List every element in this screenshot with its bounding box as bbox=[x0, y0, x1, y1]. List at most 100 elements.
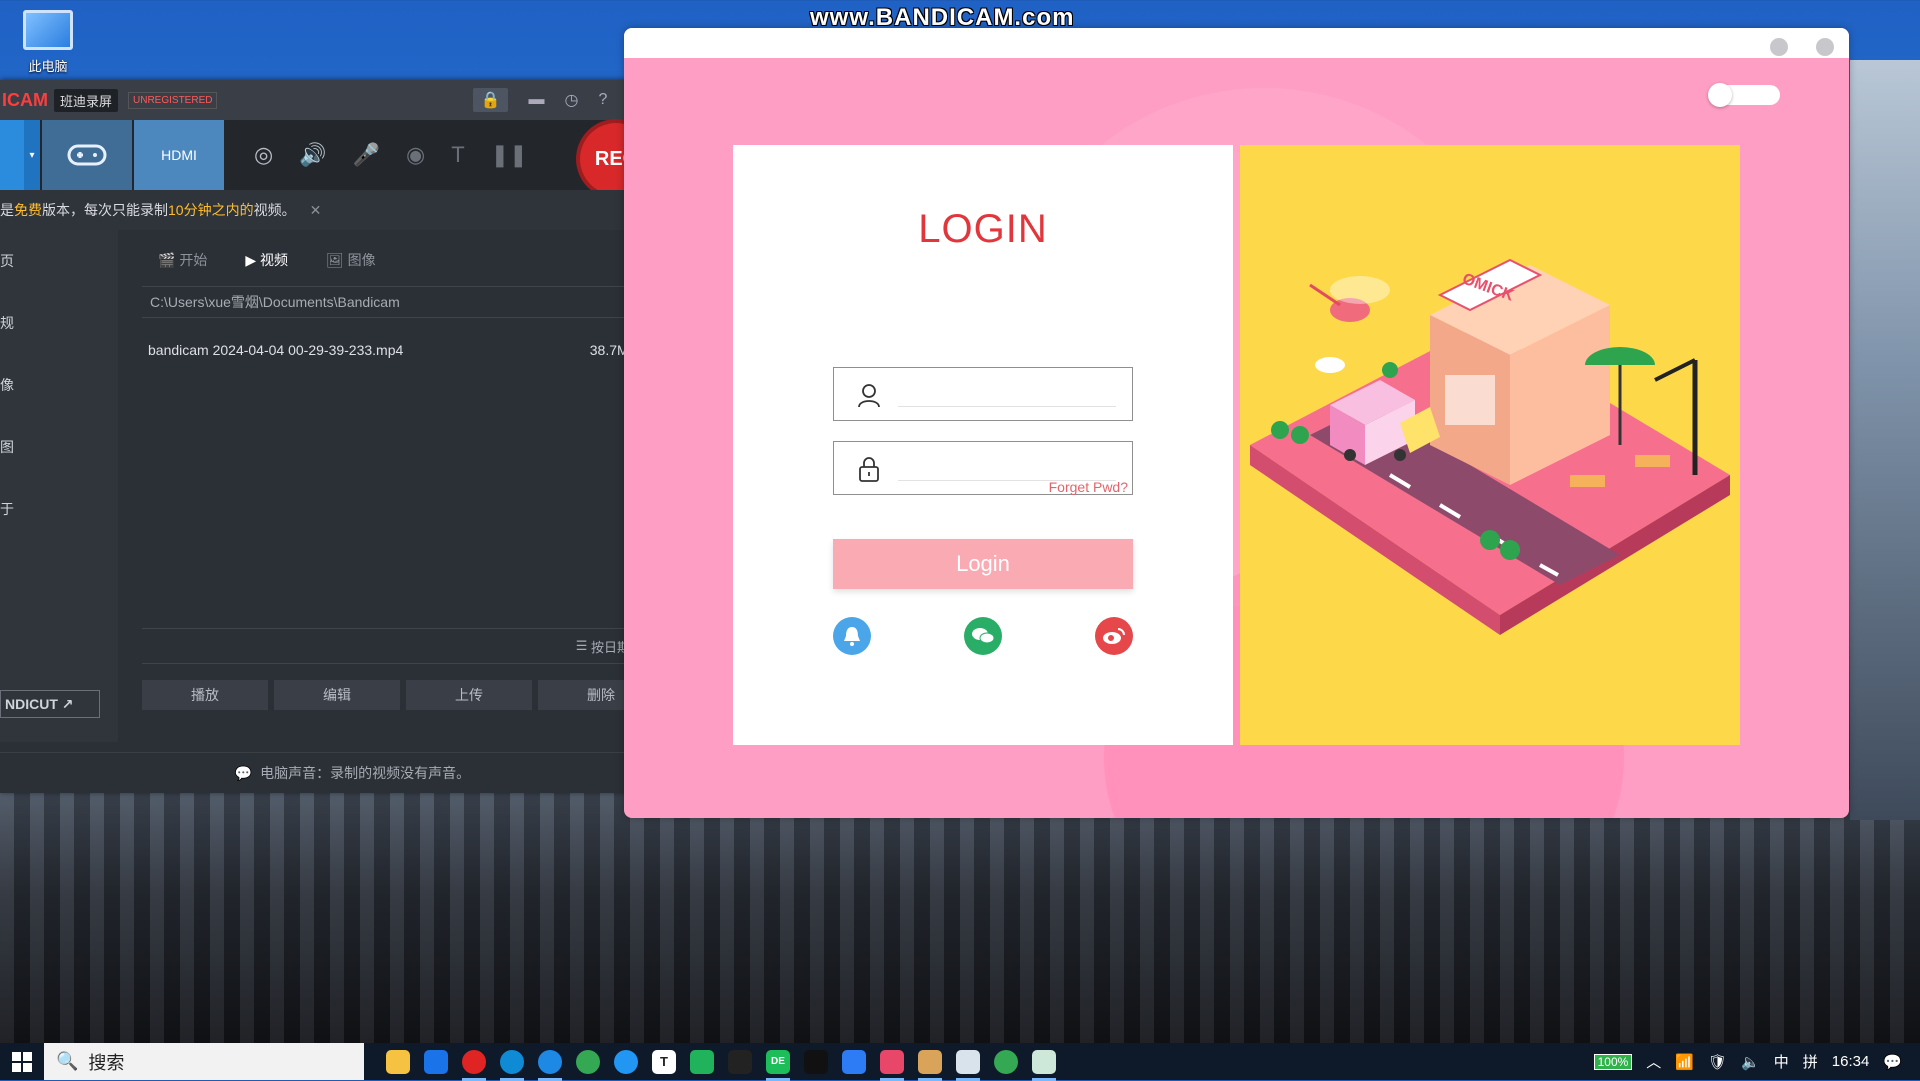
toggle-knob bbox=[1708, 83, 1732, 107]
device-mode-button[interactable]: HDMI bbox=[134, 120, 224, 190]
game-mode-button[interactable] bbox=[42, 120, 132, 190]
product-name: 班迪录屏 bbox=[54, 88, 119, 112]
tab-start[interactable]: 🎬 开始 bbox=[158, 250, 207, 270]
theme-toggle[interactable] bbox=[1708, 83, 1780, 107]
tiktok-icon[interactable] bbox=[804, 1049, 828, 1074]
edge-browser-icon[interactable] bbox=[500, 1049, 524, 1081]
upload-button[interactable]: 上传 bbox=[406, 680, 532, 710]
chevron-up-icon[interactable]: ︿ bbox=[1646, 1051, 1661, 1072]
lock-icon[interactable]: 🔒 bbox=[472, 88, 509, 112]
login-button[interactable]: Login bbox=[833, 539, 1133, 589]
wifi-icon[interactable]: 📶 bbox=[1675, 1053, 1694, 1071]
sidebar-item-home[interactable]: 页 bbox=[0, 230, 118, 292]
battery-indicator[interactable]: 100% bbox=[1593, 1053, 1633, 1070]
microphone-icon[interactable]: 🎤 bbox=[353, 142, 380, 168]
weibo-login-button[interactable] bbox=[1095, 617, 1133, 655]
desktop-icon-label: 此电脑 bbox=[28, 59, 68, 74]
forgot-password-link[interactable]: Forget Pwd? bbox=[1049, 479, 1128, 495]
bandicut-button[interactable]: NDICUT ↗ bbox=[0, 690, 100, 718]
wechat-icon[interactable] bbox=[690, 1049, 714, 1074]
output-folder-path[interactable]: C:\Users\xue雪烟\Documents\Bandicam ▬ / bbox=[142, 286, 662, 318]
bandicam-logo: ICAM bbox=[2, 89, 48, 110]
login-form-panel: LOGIN Forget Pwd? Login bbox=[733, 145, 1233, 745]
sidebar-item-general[interactable]: 规 bbox=[0, 292, 118, 354]
tab-video[interactable]: ▶ 视频 bbox=[245, 250, 288, 270]
login-title: LOGIN bbox=[918, 207, 1048, 251]
city-backdrop-right bbox=[1850, 60, 1920, 820]
this-pc-desktop-icon[interactable]: 此电脑 bbox=[18, 10, 78, 80]
bell-icon bbox=[844, 627, 860, 646]
free-version-notice: 是 免费 版本，每次只能录制 10分钟之内的 视频。 ✕ ︿ bbox=[0, 190, 705, 230]
notepad-app-icon[interactable] bbox=[956, 1049, 980, 1081]
sidebar-item-about[interactable]: 于 bbox=[0, 478, 118, 540]
start-button[interactable] bbox=[0, 1043, 44, 1080]
illustration-panel: OMICK bbox=[1240, 145, 1740, 745]
netease-music-icon[interactable] bbox=[880, 1049, 904, 1081]
ime-pinyin-indicator[interactable]: 拼 bbox=[1803, 1051, 1818, 1072]
app-arrow-icon[interactable] bbox=[424, 1049, 448, 1074]
qq-login-button[interactable] bbox=[833, 617, 871, 655]
volume-icon[interactable]: 🔈 bbox=[1741, 1053, 1760, 1071]
pause-icon[interactable]: ❚❚ bbox=[491, 142, 528, 168]
screen-mode-button[interactable] bbox=[0, 120, 24, 190]
ie-browser-icon[interactable] bbox=[538, 1049, 562, 1081]
sidebar-item-video[interactable]: 像 bbox=[0, 354, 118, 416]
search-icon: 🔍 bbox=[56, 1051, 89, 1071]
timer-icon[interactable]: ◷ bbox=[564, 90, 578, 110]
hdmi-icon: HDMI bbox=[161, 147, 197, 163]
archive-app-icon[interactable] bbox=[918, 1049, 942, 1081]
typora-icon[interactable]: T bbox=[652, 1049, 676, 1074]
isometric-city-illustration: OMICK bbox=[1250, 258, 1730, 635]
ime-indicator[interactable]: 中 bbox=[1774, 1051, 1789, 1072]
dev-ide-icon[interactable]: DE bbox=[766, 1049, 790, 1081]
system-tray: 100% ︿ 📶 🛡 🔈 中 拼 16:34 💬 bbox=[1593, 1043, 1920, 1080]
gamepad-icon bbox=[67, 144, 107, 166]
speaker-icon[interactable]: 🔊 bbox=[299, 142, 326, 168]
username-underline bbox=[898, 406, 1116, 407]
user-icon bbox=[858, 384, 880, 408]
folder-icon[interactable]: ▬ bbox=[528, 91, 544, 109]
bandicam-main-panel: 🎬 开始 ▶ 视频 🖼 图像 C:\Users\xue雪烟\Documents\… bbox=[118, 230, 698, 742]
play-button[interactable]: 播放 bbox=[142, 680, 268, 710]
mouse-cursor-icon[interactable]: ◉ bbox=[406, 142, 425, 168]
output-tabs: 🎬 开始 ▶ 视频 🖼 图像 bbox=[158, 250, 376, 270]
sidebar-item-image[interactable]: 图 bbox=[0, 416, 118, 478]
wechat-login-button[interactable] bbox=[964, 617, 1002, 655]
windows-logo-icon bbox=[12, 1051, 32, 1072]
mode-dropdown-chevron-icon[interactable]: ▾ bbox=[24, 120, 40, 190]
qq-penguin-icon[interactable] bbox=[728, 1049, 752, 1074]
bandicam-record-icon[interactable] bbox=[462, 1049, 486, 1081]
window-minimize-dot[interactable] bbox=[1770, 38, 1788, 56]
webcam-icon[interactable]: ◎ bbox=[254, 142, 273, 168]
city-backdrop bbox=[0, 790, 1920, 1043]
list-item[interactable]: bandicam 2024-04-04 00-29-39-233.mp4 38.… bbox=[148, 342, 638, 358]
computer-icon bbox=[23, 10, 73, 50]
weibo-icon bbox=[1103, 628, 1125, 644]
help-icon[interactable]: ? bbox=[598, 91, 607, 109]
text-overlay-icon[interactable]: T bbox=[451, 142, 464, 168]
file-explorer-icon[interactable] bbox=[386, 1049, 410, 1074]
bookmark-app-icon[interactable] bbox=[842, 1049, 866, 1074]
taskbar-apps: T DE bbox=[386, 1049, 1056, 1081]
bandicam-titlebar[interactable]: ICAM 班迪录屏 UNREGISTERED 🔒 ▬ ◷ ? - – ✕ bbox=[0, 80, 705, 120]
notice-close-icon[interactable]: ✕ bbox=[310, 202, 322, 219]
window-close-dot[interactable] bbox=[1816, 38, 1834, 56]
edit-button[interactable]: 编辑 bbox=[274, 680, 400, 710]
sort-by-date-button[interactable]: ☰ 按日期排序 bbox=[142, 628, 662, 664]
windows-taskbar: 🔍 搜索 T DE 100% ︿ 📶 🛡 🔈 中 拼 16:34 💬 bbox=[0, 1043, 1920, 1081]
username-field[interactable] bbox=[833, 367, 1133, 421]
login-app-window: LOGIN Forget Pwd? Login OMICK bbox=[624, 28, 1849, 818]
taskbar-search-box[interactable]: 🔍 搜索 bbox=[44, 1043, 364, 1080]
file-name: bandicam 2024-04-04 00-29-39-233.mp4 bbox=[148, 342, 404, 358]
network-app-icon[interactable] bbox=[614, 1049, 638, 1074]
window-app-icon[interactable] bbox=[1032, 1049, 1056, 1081]
notification-icon[interactable]: 💬 bbox=[1883, 1053, 1902, 1071]
clock[interactable]: 16:34 bbox=[1832, 1053, 1870, 1070]
bandicam-sidebar: 页 规 像 图 于 NDICUT ↗ bbox=[0, 230, 118, 742]
list-icon: ☰ bbox=[575, 638, 591, 653]
tab-image[interactable]: 🖼 图像 bbox=[326, 250, 376, 270]
chrome-icon-2[interactable] bbox=[994, 1049, 1018, 1074]
security-icon[interactable]: 🛡 bbox=[1708, 1053, 1727, 1071]
chrome-icon[interactable] bbox=[576, 1049, 600, 1074]
app-topbar[interactable] bbox=[624, 28, 1849, 58]
